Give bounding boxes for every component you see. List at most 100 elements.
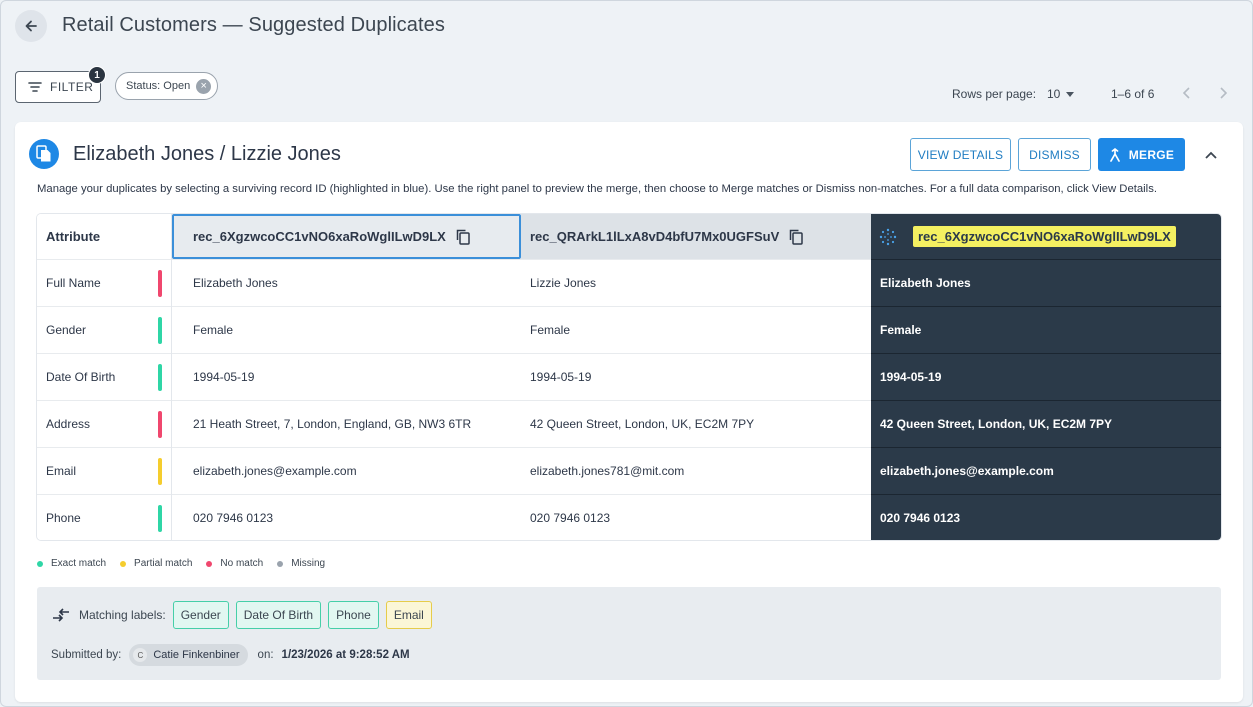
status-bar	[158, 411, 162, 438]
pagination-range: 1–6 of 6	[1111, 87, 1155, 101]
attribute-header: Attribute	[46, 229, 101, 244]
filter-count-badge: 1	[88, 66, 106, 84]
record-a-cell: 1994-05-19	[172, 353, 521, 400]
attribute-label: Full Name	[46, 276, 101, 290]
attribute-cell: Address	[37, 400, 171, 447]
attribute-label: Address	[46, 417, 91, 431]
user-name: Catie Finkenbiner	[153, 649, 240, 661]
matching-labels-panel: Matching labels: Gender Date Of Birth Ph…	[37, 587, 1221, 680]
copy-icon[interactable]	[456, 229, 470, 245]
chevron-right-icon	[1218, 87, 1228, 99]
record-b-id: rec_QRArkL1lLxA8vD4bfU7Mx0UGFSuV	[530, 229, 780, 244]
status-bar	[158, 317, 162, 344]
match-legend: Exact match Partial match No match Missi…	[37, 558, 339, 569]
duplicate-card: Elizabeth Jones / Lizzie Jones VIEW DETA…	[15, 122, 1243, 702]
status-bar	[158, 270, 162, 297]
submitted-date: 1/23/2026 at 9:28:52 AM	[281, 649, 410, 661]
chip-label: Status: Open	[126, 80, 191, 92]
record-a-header[interactable]: rec_6XgzwcoCC1vNO6xaRoWglILwD9LX	[172, 214, 521, 259]
legend-dot	[206, 560, 213, 567]
surviving-record-id: rec_6XgzwcoCC1vNO6xaRoWglILwD9LX	[913, 226, 1176, 247]
attribute-cell: Full Name	[37, 259, 171, 306]
legend-label: No match	[220, 558, 264, 569]
record-a-cell: elizabeth.jones@example.com	[172, 447, 521, 494]
matching-labels-label: Matching labels:	[79, 608, 166, 622]
chevron-left-icon	[1182, 87, 1192, 99]
matching-tag: Date Of Birth	[235, 601, 322, 629]
legend-item: Exact match	[37, 558, 106, 569]
chip-remove-icon[interactable]: ×	[196, 78, 212, 94]
matching-tag: Phone	[328, 601, 379, 629]
legend-dot	[120, 560, 127, 567]
legend-item: No match	[206, 558, 263, 569]
next-page-button[interactable]	[1213, 83, 1233, 103]
card-title: Elizabeth Jones / Lizzie Jones	[73, 143, 341, 165]
attribute-label: Phone	[46, 511, 81, 525]
rows-per-page-select[interactable]: 10	[1047, 87, 1075, 101]
filter-icon	[28, 81, 42, 93]
attribute-cell: Date Of Birth	[37, 353, 171, 400]
merge-preview-cell: 020 7946 0123	[871, 494, 1221, 540]
record-a-column: rec_6XgzwcoCC1vNO6xaRoWglILwD9LX Elizabe…	[172, 214, 521, 540]
copy-icon[interactable]	[789, 229, 803, 245]
on-label: on:	[257, 649, 274, 661]
record-a-id: rec_6XgzwcoCC1vNO6xaRoWglILwD9LX	[193, 229, 446, 244]
record-b-cell: 020 7946 0123	[521, 494, 871, 540]
merge-preview-cell: 42 Queen Street, London, UK, EC2M 7PY	[871, 400, 1221, 447]
previous-page-button[interactable]	[1177, 83, 1197, 103]
legend-label: Exact match	[51, 558, 107, 569]
record-a-cell: 21 Heath Street, 7, London, England, GB,…	[172, 400, 521, 447]
dismiss-button[interactable]: DISMISS	[1018, 138, 1091, 171]
rows-per-page-value: 10	[1047, 87, 1061, 101]
swap-arrows-icon	[51, 608, 71, 622]
comparison-table: Attribute Full Name Gender Date Of Birth…	[37, 214, 1221, 540]
legend-item: Partial match	[120, 558, 192, 569]
matching-labels-row: Matching labels: Gender Date Of Birth Ph…	[51, 601, 432, 629]
status-bar	[158, 364, 162, 391]
filter-label: FILTER	[50, 80, 94, 94]
record-b-cell: Lizzie Jones	[521, 259, 871, 306]
matching-tag: Email	[385, 601, 432, 629]
record-a-cell: 020 7946 0123	[172, 494, 521, 540]
attribute-cell: Phone	[37, 494, 171, 540]
submitted-row: Submitted by: C Catie Finkenbiner on: 1/…	[51, 644, 410, 666]
submitted-by-label: Submitted by:	[51, 649, 122, 661]
attribute-label: Date Of Birth	[46, 370, 116, 384]
back-button[interactable]	[15, 10, 47, 42]
record-b-column: rec_QRArkL1lLxA8vD4bfU7Mx0UGFSuV Lizzie …	[521, 214, 871, 540]
legend-item: Missing	[277, 558, 325, 569]
attribute-label: Gender	[46, 323, 87, 337]
record-a-cell: Elizabeth Jones	[172, 259, 521, 306]
arrow-left-icon	[23, 18, 39, 34]
merge-preview-cell: elizabeth.jones@example.com	[871, 447, 1221, 494]
page-title: Retail Customers — Suggested Duplicates	[62, 14, 445, 36]
attribute-cell: Gender	[37, 306, 171, 353]
record-b-cell: Female	[521, 306, 871, 353]
merge-preview-column: rec_6XgzwcoCC1vNO6xaRoWglILwD9LX Elizabe…	[871, 214, 1221, 540]
record-a-cell: Female	[172, 306, 521, 353]
record-b-cell: elizabeth.jones781@mit.com	[521, 447, 871, 494]
legend-dot	[277, 560, 284, 567]
view-details-button[interactable]: VIEW DETAILS	[910, 138, 1011, 171]
attribute-label: Email	[46, 464, 77, 478]
record-b-cell: 42 Queen Street, London, UK, EC2M 7PY	[521, 400, 871, 447]
card-description: Manage your duplicates by selecting a su…	[37, 183, 1157, 195]
status-filter-chip: Status: Open ×	[115, 72, 218, 100]
merge-icon	[1109, 147, 1121, 162]
sparkle-icon	[879, 228, 897, 246]
user-chip[interactable]: C Catie Finkenbiner	[129, 644, 248, 666]
legend-label: Partial match	[134, 558, 193, 569]
status-bar	[158, 458, 162, 485]
attribute-cell: Email	[37, 447, 171, 494]
merge-label: MERGE	[1128, 147, 1175, 162]
attribute-column: Attribute Full Name Gender Date Of Birth…	[37, 214, 172, 540]
chevron-up-icon	[1205, 151, 1217, 159]
legend-dot	[37, 560, 43, 567]
merge-preview-cell: Female	[871, 306, 1221, 353]
collapse-button[interactable]	[1201, 145, 1221, 165]
merge-button[interactable]: MERGE	[1098, 138, 1185, 171]
matching-tag: Gender	[172, 601, 229, 629]
app-frame: Retail Customers — Suggested Duplicates …	[0, 0, 1253, 707]
record-b-header[interactable]: rec_QRArkL1lLxA8vD4bfU7Mx0UGFSuV	[521, 214, 871, 259]
caret-down-icon	[1066, 92, 1075, 98]
